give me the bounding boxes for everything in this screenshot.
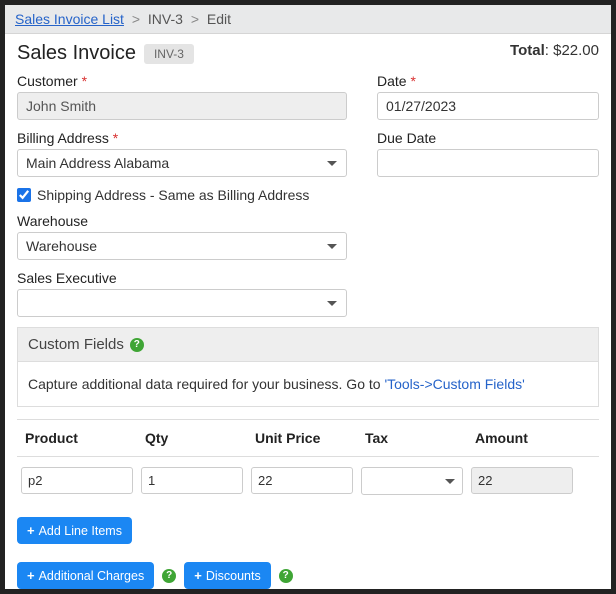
product-input[interactable] (21, 467, 133, 494)
breadcrumb-sep: > (191, 11, 199, 27)
help-icon[interactable]: ? (130, 338, 144, 352)
qty-input[interactable] (141, 467, 243, 494)
invoice-id-badge: INV-3 (144, 44, 194, 64)
customer-label: Customer * (17, 73, 347, 89)
shipping-same-label: Shipping Address - Same as Billing Addre… (37, 187, 309, 203)
plus-icon: + (27, 568, 35, 583)
custom-fields-title: Custom Fields (28, 336, 124, 353)
col-product: Product (17, 420, 137, 456)
breadcrumb-sep: > (132, 11, 140, 27)
additional-charges-button[interactable]: + Additional Charges (17, 562, 154, 589)
unit-price-input[interactable] (251, 467, 353, 494)
help-icon[interactable]: ? (279, 569, 293, 583)
add-line-items-button[interactable]: + Add Line Items (17, 517, 132, 544)
breadcrumb-id: INV-3 (148, 11, 183, 27)
custom-fields-text: Capture additional data required for you… (28, 376, 384, 392)
date-input[interactable] (377, 92, 599, 120)
breadcrumb-root-link[interactable]: Sales Invoice List (15, 11, 124, 27)
breadcrumb-action: Edit (207, 11, 231, 27)
line-item-row (17, 457, 599, 499)
sales-executive-select[interactable] (17, 289, 347, 317)
line-items-header: Product Qty Unit Price Tax Amount (17, 419, 599, 457)
billing-address-select[interactable]: Main Address Alabama (17, 149, 347, 177)
help-icon[interactable]: ? (162, 569, 176, 583)
total-label: Total (510, 42, 545, 59)
total-value: $22.00 (553, 42, 599, 59)
discounts-button[interactable]: + Discounts (184, 562, 270, 589)
col-tax: Tax (357, 420, 467, 456)
total-display: Total: $22.00 (510, 42, 599, 59)
billing-address-label: Billing Address * (17, 130, 347, 146)
warehouse-select[interactable]: Warehouse (17, 232, 347, 260)
custom-fields-link[interactable]: 'Tools->Custom Fields' (384, 376, 524, 392)
customer-input[interactable] (17, 92, 347, 120)
due-date-input[interactable] (377, 149, 599, 177)
warehouse-label: Warehouse (17, 213, 599, 229)
plus-icon: + (27, 523, 35, 538)
col-qty: Qty (137, 420, 247, 456)
shipping-same-checkbox[interactable] (17, 188, 31, 202)
page-title: Sales Invoice (17, 42, 136, 65)
tax-select[interactable] (361, 467, 463, 495)
sales-executive-label: Sales Executive (17, 270, 599, 286)
due-date-label: Due Date (377, 130, 599, 146)
plus-icon: + (194, 568, 202, 583)
date-label: Date * (377, 73, 599, 89)
custom-fields-panel: Custom Fields ? Capture additional data … (17, 327, 599, 407)
amount-output (471, 467, 573, 494)
breadcrumb: Sales Invoice List > INV-3 > Edit (5, 5, 611, 34)
col-amount: Amount (467, 420, 577, 456)
col-unit-price: Unit Price (247, 420, 357, 456)
